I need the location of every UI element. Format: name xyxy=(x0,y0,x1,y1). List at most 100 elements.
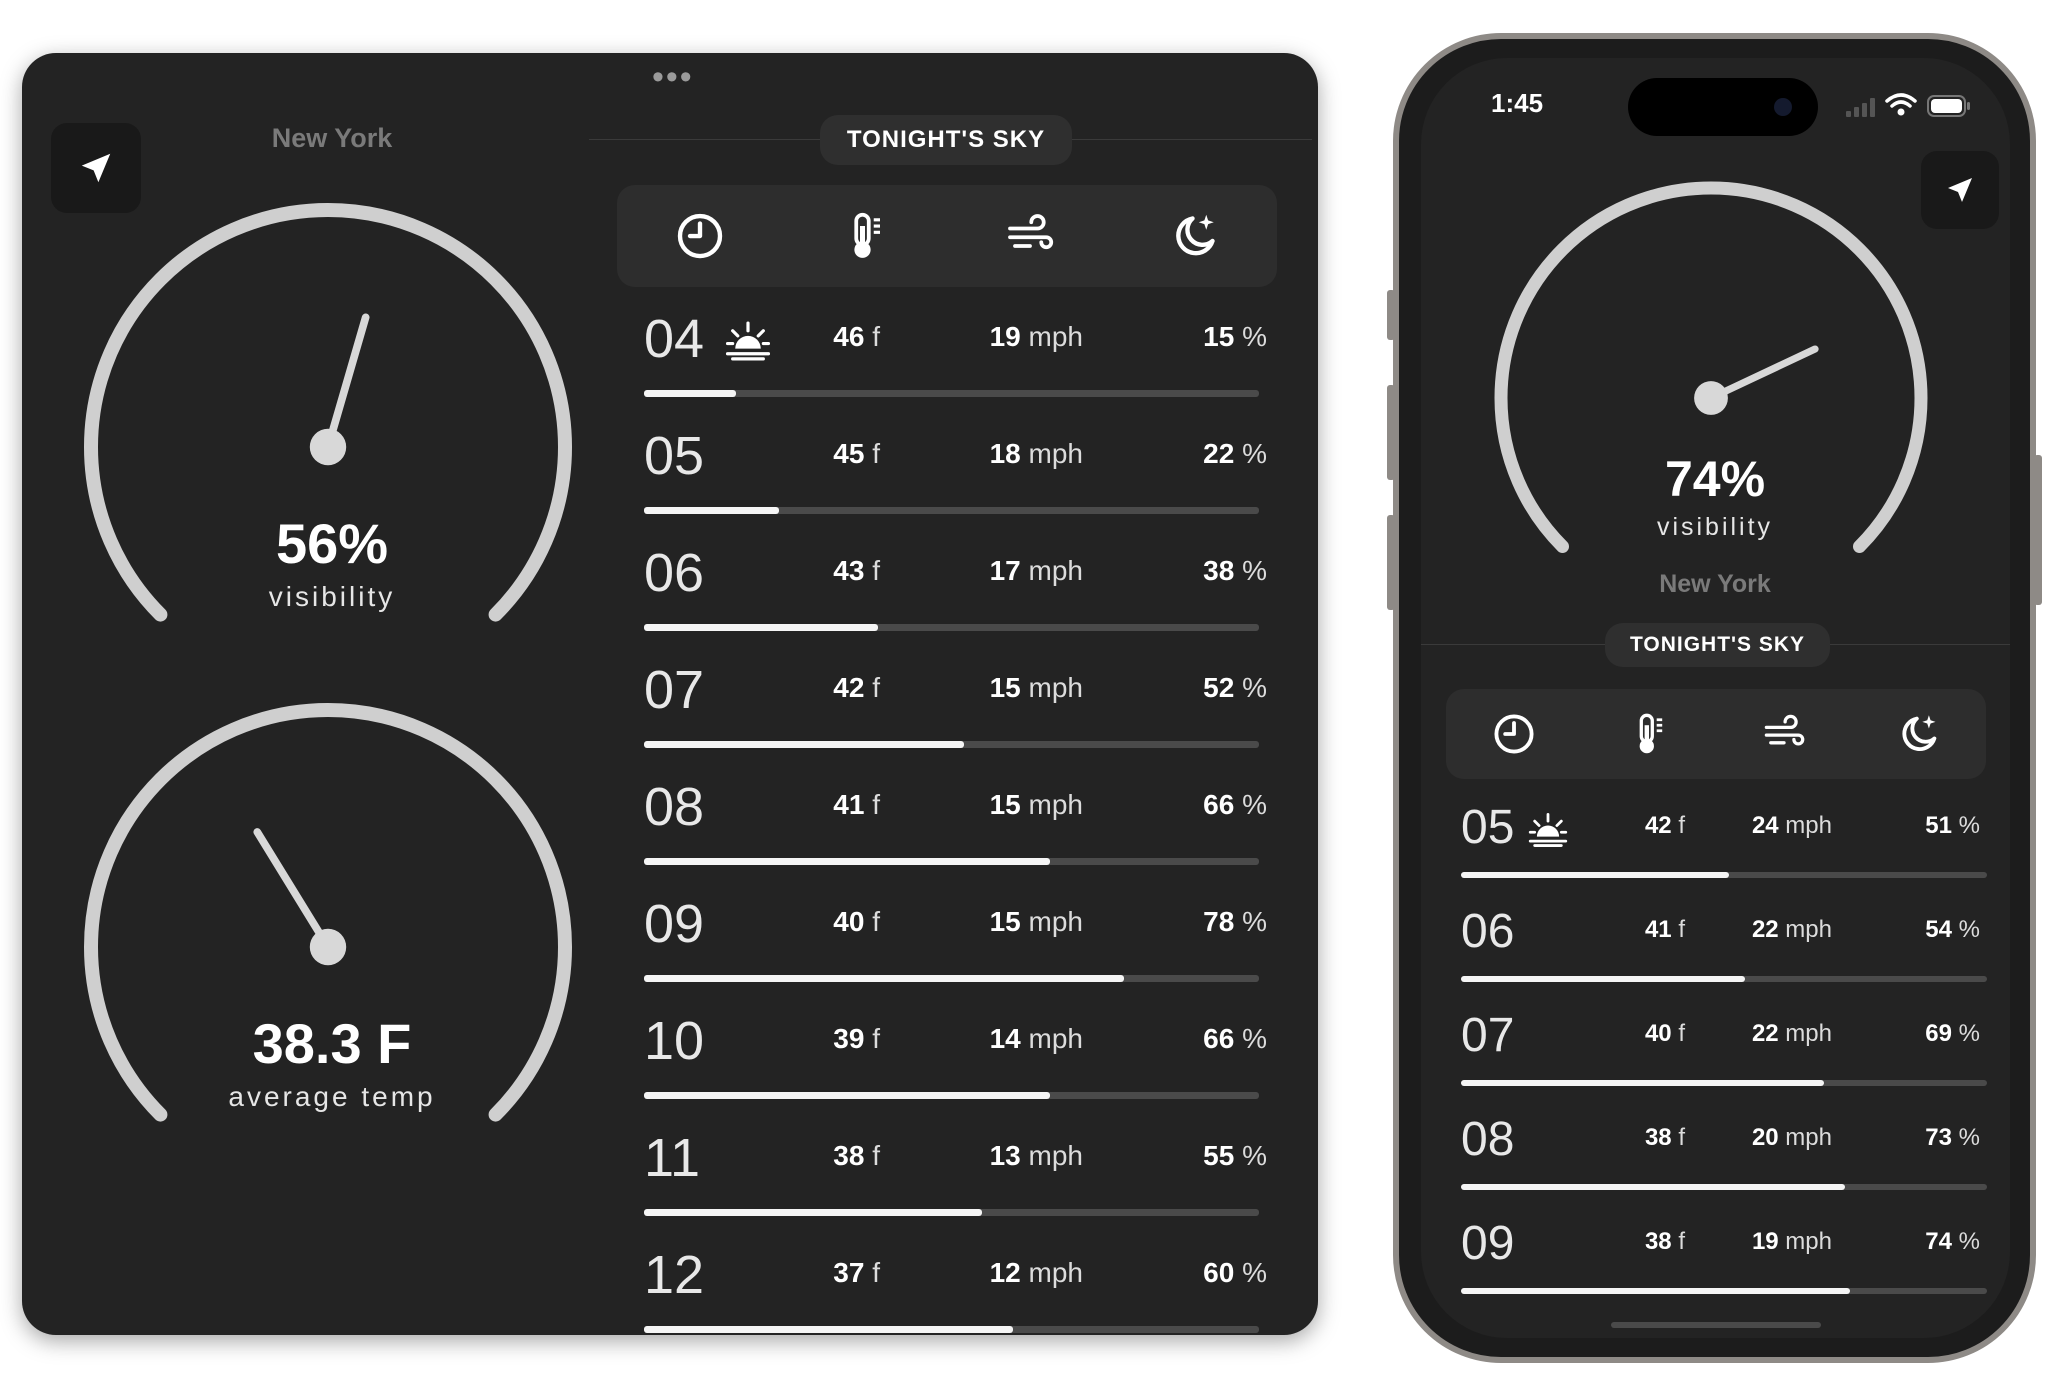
level-bar-track xyxy=(1461,1080,1987,1086)
level-bar-track xyxy=(644,507,1259,514)
tab-clock[interactable] xyxy=(675,211,725,261)
wind-value-unit: mph xyxy=(1020,672,1083,703)
tab-thermometer[interactable] xyxy=(840,211,890,261)
percent-value-number: 51 xyxy=(1925,812,1952,839)
temperature-value-unit: f xyxy=(864,1257,880,1288)
temperature-value-number: 37 xyxy=(833,1257,865,1288)
hour-row[interactable]: 05 45 f 18 mph 22 % xyxy=(22,425,1318,542)
temperature-value-unit: f xyxy=(1671,812,1685,839)
hour-label: 09 xyxy=(1461,1217,1515,1270)
cellular-signal-icon xyxy=(1846,98,1875,117)
percent-value: 22 % xyxy=(1203,438,1267,470)
location-arrow-icon xyxy=(81,153,111,183)
temperature-value: 38 f xyxy=(833,1140,880,1172)
tab-wind[interactable] xyxy=(1005,211,1055,261)
percent-value-unit: % xyxy=(1951,1124,1980,1151)
moon-stars-icon xyxy=(1175,214,1215,256)
hour-row[interactable]: 10 39 f 14 mph 66 % xyxy=(22,1010,1318,1127)
temperature-value: 37 f xyxy=(833,1257,880,1289)
percent-value-unit: % xyxy=(1234,555,1267,586)
temperature-value-number: 38 xyxy=(1644,1124,1672,1151)
hour-row[interactable]: 11 38 f 13 mph 55 % xyxy=(22,1127,1318,1244)
hour-row[interactable]: 04 46 f 19 mph 15 % xyxy=(22,308,1318,425)
temperature-value-unit: f xyxy=(864,555,880,586)
hour-row[interactable]: 07 42 f 15 mph 52 % xyxy=(22,659,1318,776)
temperature-value-unit: f xyxy=(1671,1228,1685,1255)
percent-value-number: 22 xyxy=(1203,438,1235,469)
percent-value-number: 52 xyxy=(1203,672,1235,703)
hour-label: 06 xyxy=(1461,905,1515,958)
hour-row[interactable]: 08 41 f 15 mph 66 % xyxy=(22,776,1318,893)
wind-value-number: 12 xyxy=(989,1257,1021,1288)
gauge-hub xyxy=(1694,381,1728,415)
temperature-value-unit: f xyxy=(864,438,880,469)
wind-value-unit: mph xyxy=(1778,1228,1832,1255)
percent-value-unit: % xyxy=(1951,916,1980,943)
percent-value-number: 73 xyxy=(1925,1124,1952,1151)
level-bar-track xyxy=(644,975,1259,982)
hour-row[interactable]: 08 38 f 20 mph 73 % xyxy=(1421,1112,2010,1216)
tab-moon-stars[interactable] xyxy=(1170,211,1220,261)
percent-value: 54 % xyxy=(1925,916,1980,944)
level-bar-fill xyxy=(644,624,878,631)
level-bar-fill xyxy=(644,1326,1013,1333)
level-bar-fill xyxy=(644,390,737,397)
temperature-value-number: 46 xyxy=(833,321,865,352)
hour-row[interactable]: 07 40 f 22 mph 69 % xyxy=(1421,1008,2010,1112)
hour-row[interactable]: 06 43 f 17 mph 38 % xyxy=(22,542,1318,659)
percent-value: 60 % xyxy=(1203,1257,1267,1289)
wind-value-unit: mph xyxy=(1020,1257,1083,1288)
level-bar-fill xyxy=(644,1209,983,1216)
level-bar-fill xyxy=(644,975,1124,982)
wind-value: 19 mph xyxy=(990,321,1083,353)
hour-row[interactable]: 09 38 f 19 mph 74 % xyxy=(1421,1216,2010,1320)
temperature-value: 40 f xyxy=(1645,1020,1685,1048)
temperature-value: 39 f xyxy=(833,1023,880,1055)
wind-icon xyxy=(1764,714,1804,746)
hour-label: 05 xyxy=(1461,801,1515,854)
battery-icon xyxy=(1927,95,1970,117)
hour-row[interactable]: 09 40 f 15 mph 78 % xyxy=(22,893,1318,1010)
wind-value-unit: mph xyxy=(1778,1124,1832,1151)
hour-label: 08 xyxy=(644,777,705,837)
window-menu-dots[interactable]: ••• xyxy=(652,60,694,94)
level-bar-fill xyxy=(1461,1080,1824,1086)
wind-value-number: 18 xyxy=(989,438,1021,469)
temperature-value: 42 f xyxy=(833,672,880,704)
wifi-icon xyxy=(1885,93,1917,116)
level-bar-track xyxy=(644,858,1259,865)
wind-value-unit: mph xyxy=(1020,438,1083,469)
temperature-value-number: 45 xyxy=(833,438,865,469)
thermometer-icon xyxy=(853,212,880,258)
wind-value: 15 mph xyxy=(990,789,1083,821)
tab-moon-stars[interactable] xyxy=(1897,712,1941,756)
wind-value-unit: mph xyxy=(1778,916,1832,943)
temperature-value-number: 39 xyxy=(833,1023,865,1054)
percent-value: 66 % xyxy=(1203,789,1267,821)
tab-wind[interactable] xyxy=(1762,712,1806,756)
hour-row[interactable]: 06 41 f 22 mph 54 % xyxy=(1421,904,2010,1008)
percent-value-number: 69 xyxy=(1925,1020,1952,1047)
phone-visibility-value: 74% xyxy=(1664,451,1766,507)
wind-value-number: 14 xyxy=(989,1023,1021,1054)
percent-value-unit: % xyxy=(1234,1257,1267,1288)
temperature-value-number: 38 xyxy=(833,1140,865,1171)
percent-value-number: 78 xyxy=(1203,906,1235,937)
wind-value-unit: mph xyxy=(1778,812,1832,839)
temperature-value: 43 f xyxy=(833,555,880,587)
temperature-value-unit: f xyxy=(1671,1124,1685,1151)
phone-metric-tab-bar xyxy=(1446,689,1986,779)
status-time: 1:45 xyxy=(1491,88,1544,118)
wind-value: 12 mph xyxy=(990,1257,1083,1289)
hour-row[interactable]: 05 42 f 24 mph 51 % xyxy=(1421,800,2010,904)
temperature-value-unit: f xyxy=(864,1023,880,1054)
level-bar-track xyxy=(644,624,1259,631)
percent-value-unit: % xyxy=(1234,906,1267,937)
sunrise-icon xyxy=(725,321,771,361)
temperature-value-number: 38 xyxy=(1644,1228,1672,1255)
hour-row[interactable]: 12 37 f 12 mph 60 % xyxy=(22,1244,1318,1335)
wind-value-number: 22 xyxy=(1751,916,1779,943)
tab-thermometer[interactable] xyxy=(1627,712,1671,756)
tonights-sky-title: TONIGHT'S SKY xyxy=(820,115,1072,165)
tab-clock[interactable] xyxy=(1492,712,1536,756)
